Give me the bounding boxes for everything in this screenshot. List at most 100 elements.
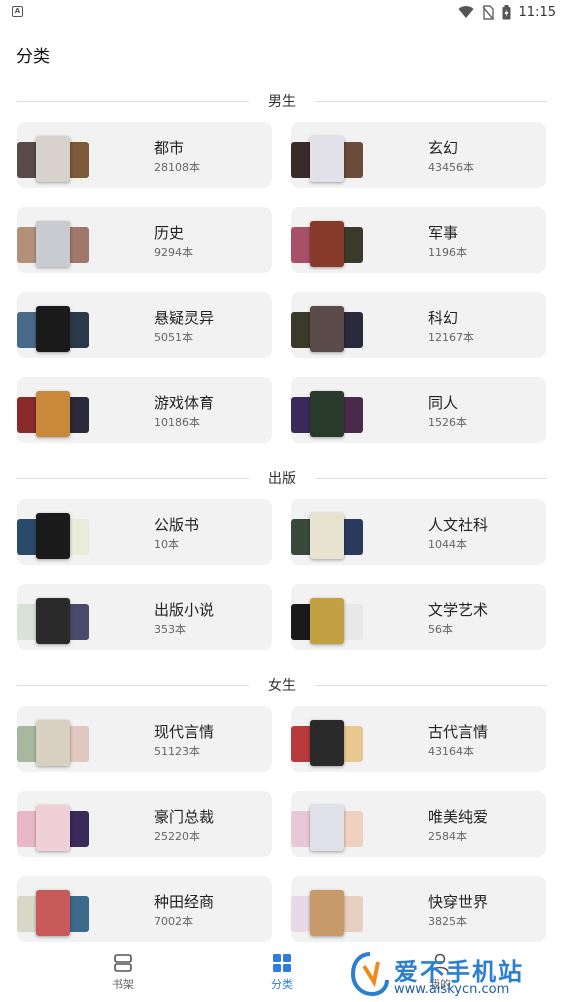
category-card[interactable]: 唯美纯爱 2584本: [291, 791, 546, 857]
book-cover: [36, 805, 70, 851]
book-cover: [310, 720, 344, 766]
book-count: 43456本: [428, 161, 474, 174]
book-count: 3825本: [428, 915, 467, 928]
book-cover-stack: [17, 217, 91, 269]
category-card[interactable]: 现代言情 51123本: [17, 706, 272, 772]
category-name: 豪门总裁: [154, 808, 215, 826]
book-cover-stack: [291, 509, 365, 561]
divider: [315, 101, 547, 102]
section-header: 女生: [0, 664, 564, 706]
tab-bookshelf[interactable]: 书架: [83, 952, 163, 992]
book-cover-stack: [17, 801, 91, 853]
category-name: 种田经商: [154, 893, 215, 911]
book-count: 25220本: [154, 830, 200, 843]
book-cover: [310, 598, 344, 644]
section-title: 出版: [252, 468, 312, 488]
app-notification-icon: A: [12, 6, 23, 17]
watermark: 爱不手机站 www.aiskycn.com: [350, 950, 560, 1000]
category-name: 文学艺术: [428, 601, 489, 619]
watermark-url: www.aiskycn.com: [394, 982, 510, 997]
category-grid: 现代言情 51123本 古代言情 43164本豪门总裁 25220本 唯美纯爱 2584本种…: [0, 706, 564, 942]
book-cover-stack: [291, 217, 365, 269]
book-count: 51123本: [154, 745, 200, 758]
category-name: 唯美纯爱: [428, 808, 489, 826]
watermark-logo-icon: [350, 952, 389, 996]
battery-icon: [502, 4, 511, 19]
category-name: 科幻: [428, 309, 459, 327]
book-count: 7002本: [154, 915, 193, 928]
book-cover: [310, 513, 344, 559]
category-card[interactable]: 公版书 10本: [17, 499, 272, 565]
book-cover: [310, 221, 344, 267]
category-card[interactable]: 玄幻 43456本: [291, 122, 546, 188]
category-name: 出版小说: [154, 601, 215, 619]
category-card[interactable]: 出版小说 353本: [17, 584, 272, 650]
category-card[interactable]: 种田经商 7002本: [17, 876, 272, 942]
book-cover-stack: [291, 594, 365, 646]
book-count: 1196本: [428, 246, 467, 259]
book-count: 10本: [154, 538, 179, 551]
book-count: 56本: [428, 623, 453, 636]
category-name: 公版书: [154, 516, 200, 534]
category-card[interactable]: 豪门总裁 25220本: [17, 791, 272, 857]
category-grid: 公版书 10本 人文社科 1044本出版小说 353本 文学艺术 56本: [0, 499, 564, 650]
book-count: 10186本: [154, 416, 200, 429]
divider: [315, 685, 547, 686]
category-name: 现代言情: [154, 723, 215, 741]
category-name: 同人: [428, 394, 459, 412]
book-cover-stack: [17, 594, 91, 646]
divider: [17, 101, 249, 102]
category-card[interactable]: 快穿世界 3825本: [291, 876, 546, 942]
book-cover: [36, 136, 70, 182]
category-card[interactable]: 悬疑灵异 5051本: [17, 292, 272, 358]
book-cover-stack: [291, 886, 365, 938]
book-cover: [310, 805, 344, 851]
book-cover: [36, 221, 70, 267]
book-cover: [36, 391, 70, 437]
category-list[interactable]: 男生都市 28108本 玄幻 43456本历史 9294本 军事 1196本悬疑灵异 5051…: [0, 80, 564, 944]
status-icons: 11:15: [458, 3, 556, 21]
book-cover-stack: [17, 509, 91, 561]
tab-bookshelf-label: 书架: [112, 978, 134, 991]
book-count: 1044本: [428, 538, 467, 551]
book-cover-stack: [17, 387, 91, 439]
status-time: 11:15: [518, 4, 556, 20]
category-name: 悬疑灵异: [154, 309, 215, 327]
book-cover: [310, 391, 344, 437]
section-header: 出版: [0, 457, 564, 499]
book-count: 28108本: [154, 161, 200, 174]
category-card[interactable]: 游戏体育 10186本: [17, 377, 272, 443]
category-name: 玄幻: [428, 139, 459, 157]
category-name: 都市: [154, 139, 185, 157]
category-card[interactable]: 人文社科 1044本: [291, 499, 546, 565]
book-count: 353本: [154, 623, 186, 636]
book-count: 1526本: [428, 416, 467, 429]
book-cover: [36, 890, 70, 936]
book-count: 5051本: [154, 331, 193, 344]
category-grid-icon: [273, 954, 291, 972]
section-header: 男生: [0, 80, 564, 122]
tab-category-label: 分类: [271, 978, 293, 991]
category-card[interactable]: 历史 9294本: [17, 207, 272, 273]
category-name: 军事: [428, 224, 459, 242]
tab-category[interactable]: 分类: [242, 952, 322, 992]
book-cover: [36, 598, 70, 644]
category-name: 游戏体育: [154, 394, 215, 412]
book-count: 2584本: [428, 830, 467, 843]
book-cover: [36, 513, 70, 559]
category-card[interactable]: 科幻 12167本: [291, 292, 546, 358]
category-card[interactable]: 古代言情 43164本: [291, 706, 546, 772]
category-card[interactable]: 都市 28108本: [17, 122, 272, 188]
bookshelf-icon: [114, 954, 132, 972]
divider: [17, 685, 249, 686]
book-cover-stack: [291, 132, 365, 184]
book-cover-stack: [17, 302, 91, 354]
category-grid: 都市 28108本 玄幻 43456本历史 9294本 军事 1196本悬疑灵异 5051本 科…: [0, 122, 564, 443]
book-cover-stack: [291, 387, 365, 439]
book-cover: [36, 720, 70, 766]
category-card[interactable]: 同人 1526本: [291, 377, 546, 443]
status-bar: A 11:15: [0, 0, 564, 24]
category-card[interactable]: 军事 1196本: [291, 207, 546, 273]
section-title: 男生: [252, 91, 312, 111]
category-card[interactable]: 文学艺术 56本: [291, 584, 546, 650]
